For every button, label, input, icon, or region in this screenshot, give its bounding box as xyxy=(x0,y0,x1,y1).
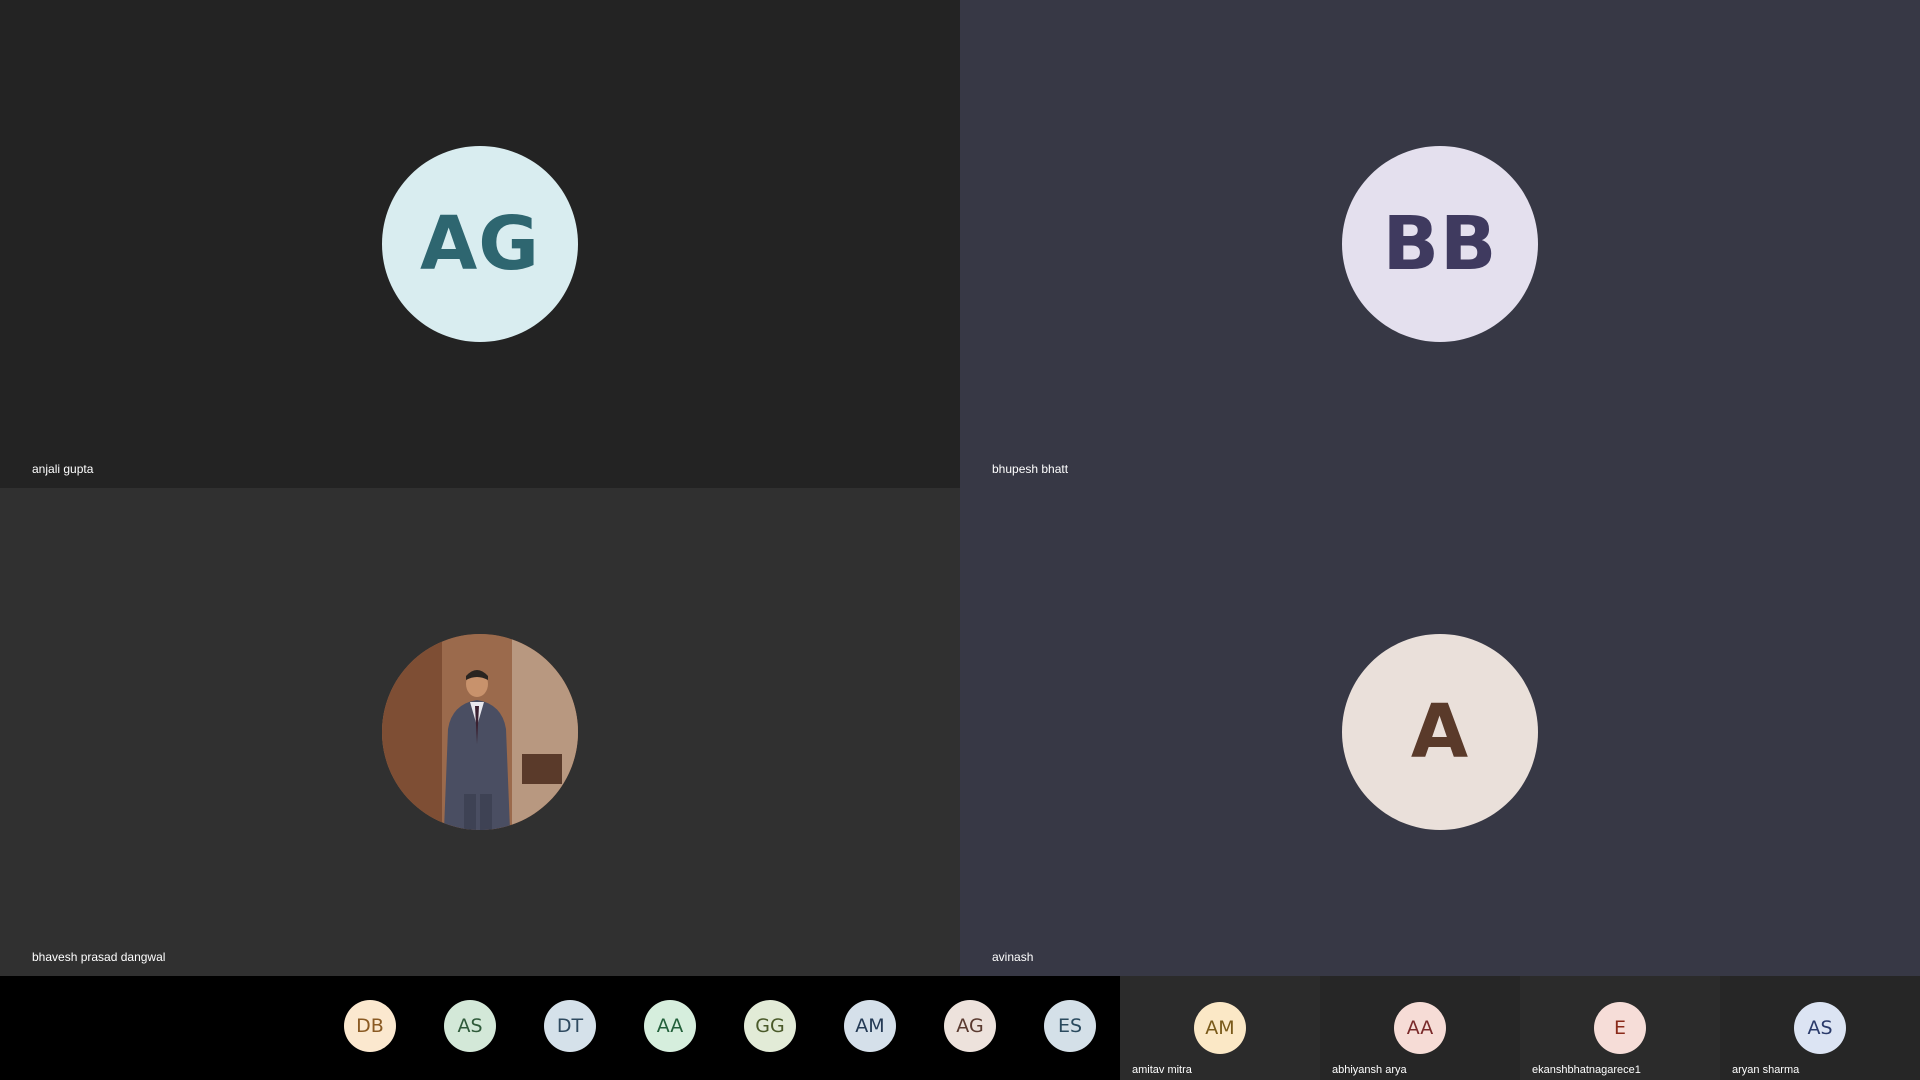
participant-tile-bhavesh-prasad-dangwal[interactable]: bhavesh prasad dangwal xyxy=(0,488,960,976)
avatar-initials: AS xyxy=(457,1015,483,1037)
mini-tile-amitav-mitra[interactable]: AM amitav mitra xyxy=(1120,976,1320,1080)
participant-avatar: A xyxy=(1342,634,1538,830)
overflow-avatar-gg[interactable]: GG xyxy=(744,1000,796,1052)
participant-avatar: AM xyxy=(1194,1002,1246,1054)
avatar-initials: ES xyxy=(1057,1015,1083,1037)
participant-name: aryan sharma xyxy=(1732,1064,1800,1076)
avatar-initials: DT xyxy=(556,1015,584,1037)
overflow-avatar-am[interactable]: AM xyxy=(844,1000,896,1052)
participant-name: avinash xyxy=(992,950,1034,964)
participant-avatar: BB xyxy=(1342,146,1538,342)
participant-name: amitav mitra xyxy=(1132,1064,1192,1076)
meeting-stage: AG anjali gupta BB bhupesh bhatt bhavesh… xyxy=(0,0,1920,1080)
avatar-initials: BB xyxy=(1382,201,1498,287)
participant-name: bhavesh prasad dangwal xyxy=(32,950,166,964)
avatar-initials: AM xyxy=(1205,1017,1235,1039)
participant-name: anjali gupta xyxy=(32,462,94,476)
participant-name: bhupesh bhatt xyxy=(992,462,1069,476)
overflow-avatar-es[interactable]: ES xyxy=(1044,1000,1096,1052)
participant-name: abhiyansh arya xyxy=(1332,1064,1407,1076)
overflow-avatar-dt[interactable]: DT xyxy=(544,1000,596,1052)
avatar-initials: AG xyxy=(419,201,540,287)
participant-tile-avinash[interactable]: A avinash xyxy=(960,488,1920,976)
avatar-initials: AS xyxy=(1807,1017,1833,1039)
overflow-avatar-as[interactable]: AS xyxy=(444,1000,496,1052)
avatar-initials: AG xyxy=(956,1015,984,1037)
participant-tile-bhupesh-bhatt[interactable]: BB bhupesh bhatt xyxy=(960,0,1920,488)
participant-name: ekanshbhatnagarece1 xyxy=(1532,1064,1641,1076)
participant-avatar: AS xyxy=(1794,1002,1846,1054)
mini-tile-aryan-sharma[interactable]: AS aryan sharma xyxy=(1720,976,1920,1080)
participant-tile-anjali-gupta[interactable]: AG anjali gupta xyxy=(0,0,960,488)
avatar-initials: AA xyxy=(656,1015,684,1037)
participant-photo-avatar xyxy=(382,634,578,830)
avatar-initials: AA xyxy=(1406,1017,1434,1039)
mini-tile-ekanshbhatnagarece1[interactable]: E ekanshbhatnagarece1 xyxy=(1520,976,1720,1080)
avatar-initials: E xyxy=(1613,1017,1626,1039)
overflow-avatar-ag[interactable]: AG xyxy=(944,1000,996,1052)
participant-avatar: AA xyxy=(1394,1002,1446,1054)
avatar-initials: GG xyxy=(755,1015,785,1037)
participant-avatar: E xyxy=(1594,1002,1646,1054)
person-photo-icon xyxy=(382,634,578,830)
overflow-avatar-aa[interactable]: AA xyxy=(644,1000,696,1052)
avatar-initials: AM xyxy=(855,1015,885,1037)
avatar-initials: A xyxy=(1410,689,1470,775)
mini-tile-abhiyansh-arya[interactable]: AA abhiyansh arya xyxy=(1320,976,1520,1080)
overflow-avatar-db[interactable]: DB xyxy=(344,1000,396,1052)
avatar-initials: DB xyxy=(356,1015,384,1037)
participant-avatar: AG xyxy=(382,146,578,342)
